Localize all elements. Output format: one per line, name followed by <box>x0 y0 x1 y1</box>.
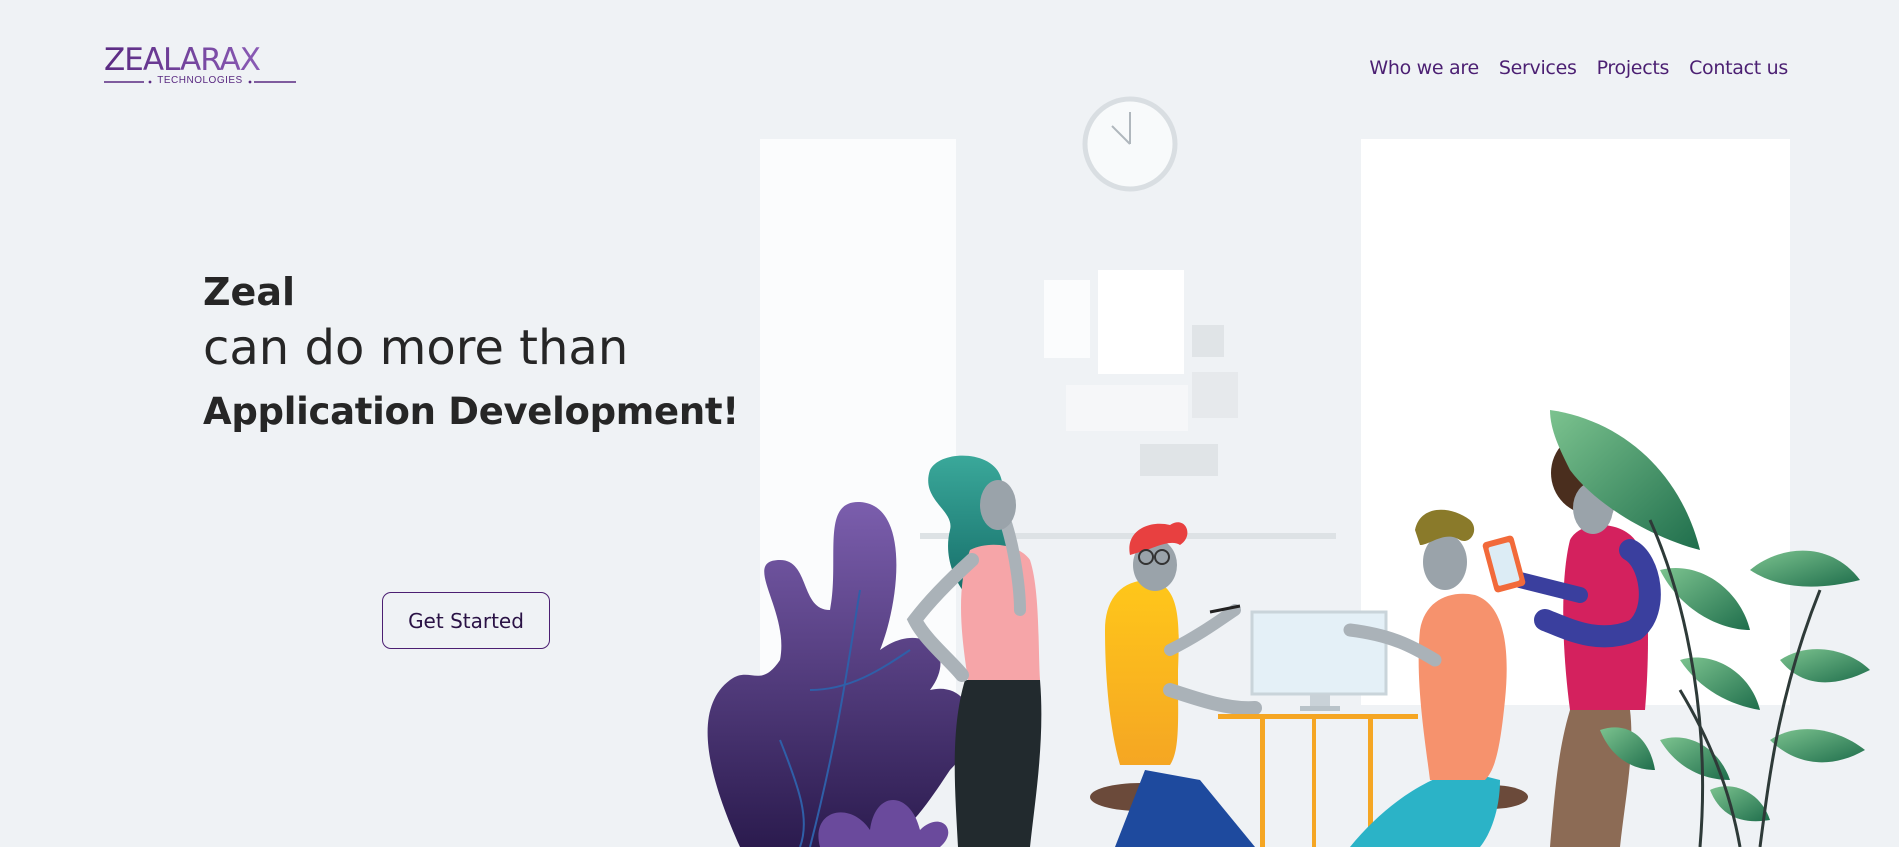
svg-text:ZEALARAX: ZEALARAX <box>104 42 261 78</box>
hero-line-2: can do more than <box>203 320 629 376</box>
hero-heading: Zeal can do more than Application Develo… <box>203 268 739 444</box>
man-glasses-figure <box>1090 522 1262 847</box>
hero-illustration <box>700 90 1899 847</box>
wall-clock-icon <box>1082 96 1178 192</box>
brand-tagline: TECHNOLOGIES <box>157 75 243 86</box>
brand-logo[interactable]: ZEALARAX TECHNOLOGIES <box>104 42 296 88</box>
nav-who-we-are[interactable]: Who we are <box>1369 57 1479 79</box>
hero-line-3: Application Development! <box>203 390 739 433</box>
nav-projects[interactable]: Projects <box>1597 57 1670 79</box>
main-nav: Who we are Services Projects Contact us <box>1369 57 1788 79</box>
nav-contact-us[interactable]: Contact us <box>1689 57 1788 79</box>
nav-services[interactable]: Services <box>1499 57 1577 79</box>
get-started-button[interactable]: Get Started <box>382 592 550 649</box>
hero-line-1: Zeal <box>203 270 295 314</box>
